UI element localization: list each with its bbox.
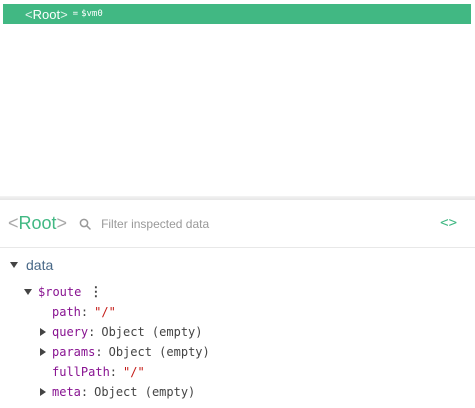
root-open-bracket: < — [25, 6, 33, 22]
inspector-header: < Root > <> — [0, 200, 475, 248]
more-options-icon[interactable]: ⋮ — [89, 285, 102, 300]
root-component-name: Root — [32, 6, 61, 22]
section-data-label: data — [26, 257, 54, 273]
vm-reference-equals: = — [72, 9, 79, 19]
prop-row-meta[interactable]: meta: Object (empty) — [40, 382, 195, 402]
prop-row-path[interactable]: path: "/" — [40, 302, 116, 322]
component-tree-root-row[interactable]: < Root > = $vm0 — [3, 4, 471, 24]
prop-row-query[interactable]: query: Object (empty) — [40, 322, 203, 342]
prop-value: Object (empty) — [101, 325, 203, 339]
prop-value: Object (empty) — [94, 385, 196, 399]
search-icon — [79, 218, 91, 230]
collapse-arrow-icon — [24, 289, 36, 295]
expand-arrow-icon — [40, 348, 52, 356]
inspected-component-title: < Root > — [8, 213, 67, 234]
section-data-header[interactable]: data — [10, 257, 53, 273]
expand-arrow-icon — [40, 328, 52, 336]
prop-key: meta — [52, 385, 81, 399]
prop-key: fullPath — [52, 365, 110, 379]
prop-value: Object (empty) — [108, 345, 210, 359]
root-close-bracket: > — [60, 6, 68, 22]
prop-row-params[interactable]: params: Object (empty) — [40, 342, 210, 362]
route-key: $route — [38, 285, 82, 299]
search-box — [79, 215, 404, 232]
prop-key: path — [52, 305, 81, 319]
inspected-component-name: Root — [18, 213, 57, 233]
filter-inspected-data-input[interactable] — [99, 215, 404, 232]
prop-key: query — [52, 325, 89, 339]
prop-value: "/" — [123, 365, 145, 379]
vm-reference: = $vm0 — [73, 9, 103, 19]
prop-row-fullpath[interactable]: fullPath: "/" — [40, 362, 145, 382]
route-row[interactable]: $route ⋮ — [24, 282, 102, 302]
prop-value: "/" — [94, 305, 116, 319]
expand-arrow-icon — [40, 388, 52, 396]
prop-key: params — [52, 345, 96, 359]
collapse-arrow-icon — [10, 262, 18, 268]
inspected-open-bracket: < — [8, 213, 19, 233]
inspected-close-bracket: > — [56, 213, 68, 233]
code-toggle-icon[interactable]: <> — [440, 215, 457, 231]
vm-reference-name: $vm0 — [81, 9, 103, 19]
